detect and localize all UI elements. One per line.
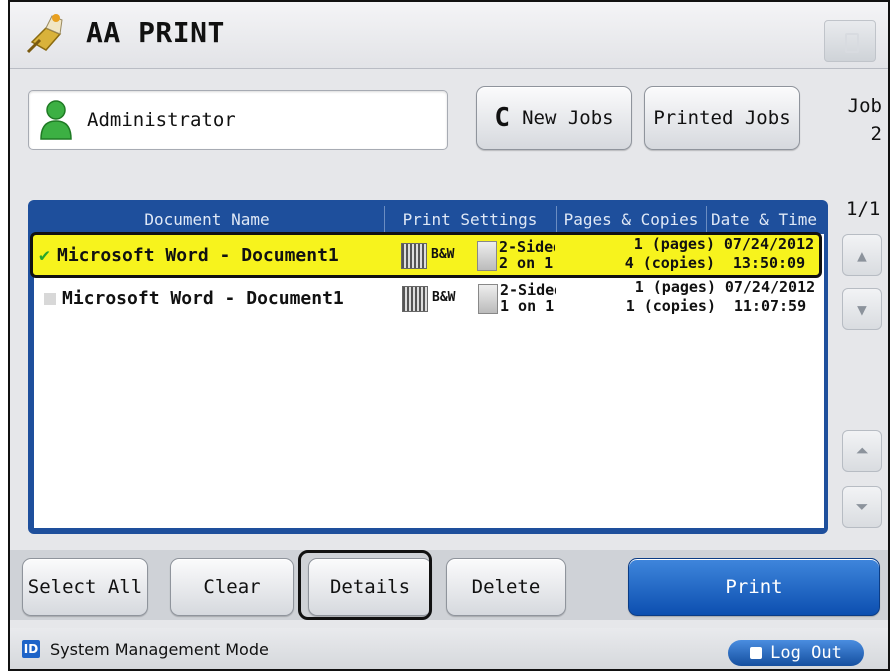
- duplex-settings: 2-Sided 2 on 1: [499, 239, 555, 271]
- scroll-top-button[interactable]: ⏶: [842, 430, 882, 472]
- table-header: Document Name Print Settings Pages & Cop…: [30, 206, 822, 234]
- sides: 2-Sided: [499, 239, 555, 256]
- job-count-label: Job: [847, 95, 882, 117]
- color-mode: B&W: [432, 290, 456, 305]
- pages: 1 (pages): [634, 278, 716, 296]
- color-mode: B&W: [431, 247, 455, 262]
- corner-button[interactable]: [824, 20, 876, 62]
- pages-copies: 1 (pages) 4 (copies): [589, 235, 715, 273]
- delete-button[interactable]: Delete: [446, 558, 566, 616]
- header-pages-copies[interactable]: Pages & Copies: [556, 206, 707, 234]
- color-mode-icon: [402, 286, 428, 312]
- user-name: Administrator: [87, 109, 236, 131]
- user-icon: [40, 100, 72, 140]
- document-name: Microsoft Word - Document1: [40, 288, 344, 309]
- color-mode-icon: [401, 243, 427, 269]
- duplex-icon: [478, 284, 498, 314]
- logout-icon: [750, 647, 763, 659]
- app-title: AA PRINT: [86, 16, 225, 49]
- print-button[interactable]: Print: [628, 558, 880, 616]
- copies: 1 (copies): [625, 297, 716, 315]
- scroll-down-button[interactable]: ▼: [842, 288, 882, 330]
- user-field: Administrator: [28, 90, 448, 150]
- date-time: 07/24/2012 11:07:59: [718, 278, 822, 316]
- header-date-time[interactable]: Date & Time: [706, 206, 822, 234]
- checkbox-icon[interactable]: [44, 293, 56, 305]
- print-settings: B&W 2-Sided 1 on 1: [402, 282, 562, 314]
- skip-top-icon: ⏶: [855, 441, 869, 460]
- duplex-icon: [477, 241, 497, 271]
- checkmark-icon: ✔: [39, 245, 50, 266]
- document-name: ✔ Microsoft Word - Document1: [39, 245, 339, 266]
- printed-jobs-label: Printed Jobs: [653, 107, 791, 129]
- date-time: 07/24/2012 13:50:09: [717, 235, 821, 273]
- app-logo-icon: [26, 14, 63, 54]
- pages: 1 (pages): [633, 235, 715, 253]
- sides: 2-Sided: [500, 282, 556, 299]
- triangle-down-icon: ▼: [857, 299, 867, 319]
- time: 13:50:09: [732, 254, 806, 272]
- new-jobs-button[interactable]: C New Jobs: [476, 86, 632, 150]
- skip-bottom-icon: ⏷: [855, 497, 869, 516]
- job-count-value: 2: [870, 123, 882, 145]
- table-row[interactable]: Microsoft Word - Document1 B&W 2-Sided 1…: [34, 278, 822, 320]
- clear-button[interactable]: Clear: [170, 558, 294, 616]
- new-jobs-label: New Jobs: [522, 107, 614, 129]
- header-document-name[interactable]: Document Name: [30, 206, 385, 234]
- status-mode: System Management Mode: [50, 640, 269, 659]
- time: 11:07:59: [733, 297, 807, 315]
- page-indicator: 1/1: [846, 198, 881, 220]
- refresh-icon: C: [494, 103, 511, 133]
- triangle-up-icon: ▲: [857, 245, 867, 265]
- id-icon: ID: [22, 640, 40, 658]
- print-settings: B&W 2-Sided 2 on 1: [401, 239, 561, 271]
- printed-jobs-button[interactable]: Printed Jobs: [644, 86, 800, 150]
- scroll-up-button[interactable]: ▲: [842, 234, 882, 276]
- layout: 1 on 1: [500, 297, 555, 314]
- pages-copies: 1 (pages) 1 (copies): [590, 278, 716, 316]
- table-row[interactable]: ✔Microsoft Word - Document1 B&W 2-Sided …: [30, 232, 822, 278]
- logout-button[interactable]: Log Out: [728, 640, 864, 666]
- details-highlight: [298, 550, 432, 620]
- app-window: AA PRINT Administrator C New Jobs Printe…: [8, 0, 890, 671]
- layout: 2 on 1: [499, 254, 554, 271]
- job-count: Job 2: [848, 92, 882, 148]
- logout-label: Log Out: [770, 643, 842, 663]
- copies: 4 (copies): [624, 254, 715, 272]
- job-list: ✔Microsoft Word - Document1 B&W 2-Sided …: [30, 232, 824, 528]
- select-all-button[interactable]: Select All: [22, 558, 148, 616]
- date: 07/24/2012: [723, 235, 815, 253]
- date: 07/24/2012: [724, 278, 816, 296]
- status-bar: ID System Management Mode Log Out: [10, 628, 888, 669]
- duplex-settings: 2-Sided 1 on 1: [500, 282, 556, 314]
- scroll-bottom-button[interactable]: ⏷: [842, 486, 882, 528]
- header-bar: AA PRINT: [10, 2, 888, 69]
- header-print-settings[interactable]: Print Settings: [384, 206, 557, 234]
